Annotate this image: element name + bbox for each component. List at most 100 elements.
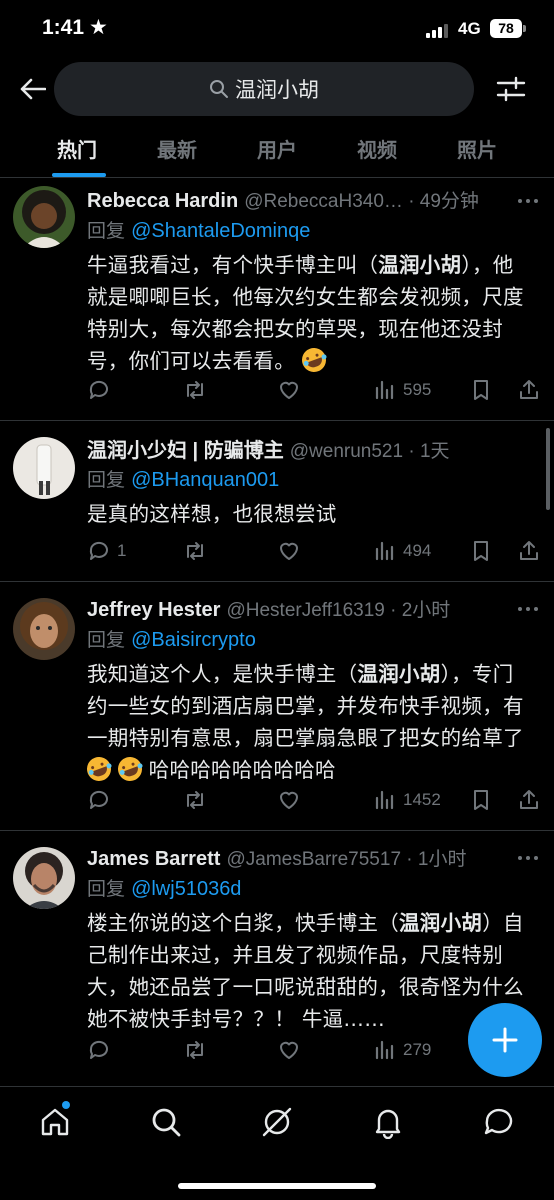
back-arrow-icon (20, 78, 46, 100)
tab-videos[interactable]: 视频 (357, 134, 397, 163)
tab-top[interactable]: 热门 (57, 134, 97, 163)
reply-prefix: 回复 (87, 220, 126, 242)
tab-photos[interactable]: 照片 (457, 134, 497, 163)
scrollbar[interactable] (546, 428, 550, 510)
author-name[interactable]: Rebecca Hardin (87, 190, 238, 212)
tweet[interactable]: Jeffrey Hester @HesterJeff16319 · 2小时 回复… (0, 582, 554, 831)
share-icon (520, 380, 538, 399)
back-button[interactable] (16, 72, 50, 106)
avatar[interactable] (13, 437, 75, 499)
mention-link[interactable]: @ShantaleDominqe (131, 220, 310, 242)
share-icon (520, 790, 538, 809)
reply-to: 回复 @BHanquan001 (87, 465, 279, 492)
heart-icon (280, 791, 298, 809)
bookmark-icon (474, 790, 488, 810)
tweet-actions: 1 494 (87, 537, 542, 565)
tweet-text: 牛逼我看过，有个快手博主叫（温润小胡），他 就是唧唧巨长，他每次约女生都会发视频… (87, 249, 542, 377)
bookmark-button[interactable] (469, 537, 493, 565)
tweet[interactable]: 温润小少妇 | 防骗博主 @wenrun521 · 1天 回复 @BHanqua… (0, 421, 554, 582)
notification-dot (62, 1101, 70, 1109)
heart-icon (280, 542, 298, 560)
author-name[interactable]: Jeffrey Hester (87, 599, 220, 621)
avatar[interactable] (13, 598, 75, 660)
views-button[interactable]: 1452 (373, 786, 441, 814)
share-button[interactable] (517, 537, 541, 565)
more-icon[interactable] (516, 198, 540, 206)
retweet-button[interactable] (183, 376, 207, 404)
mention-link[interactable]: @Baisircrypto (131, 629, 256, 651)
filter-button[interactable] (494, 72, 528, 106)
tweet-text: 我知道这个人，是快手博主（温润小胡），专门 约一些女的到酒店扇巴掌，并发布快手视… (83, 658, 542, 786)
search-input[interactable]: 温润小胡 (54, 62, 474, 116)
like-button[interactable] (277, 376, 301, 404)
status-bar: 1:41 ★ 4G 78 (0, 0, 554, 60)
message-icon (484, 1108, 513, 1135)
views-icon (375, 790, 394, 810)
author-handle-time: @wenrun521 · 1天 (289, 441, 450, 462)
tab-latest[interactable]: 最新 (157, 134, 197, 163)
views-count: 1452 (403, 790, 441, 809)
reply-prefix: 回复 (87, 469, 126, 491)
heart-icon (280, 381, 298, 399)
views-count: 595 (403, 380, 432, 399)
share-button[interactable] (517, 786, 541, 814)
views-button[interactable]: 595 (373, 376, 431, 404)
retweet-icon (187, 542, 203, 560)
avatar[interactable] (13, 847, 75, 909)
more-icon[interactable] (516, 855, 540, 863)
reply-button[interactable] (87, 786, 111, 814)
like-button[interactable] (277, 786, 301, 814)
tweet-header: Jeffrey Hester @HesterJeff16319 · 2小时 (87, 595, 450, 621)
more-icon[interactable] (516, 606, 540, 614)
bookmark-button[interactable] (469, 786, 493, 814)
retweet-icon (187, 1041, 203, 1059)
bell-icon (375, 1109, 401, 1140)
reply-button[interactable] (87, 376, 117, 404)
retweet-button[interactable] (183, 786, 207, 814)
rofl-emoji-icon (298, 344, 330, 376)
retweet-button[interactable] (183, 1036, 207, 1064)
nav-grok[interactable] (260, 1105, 294, 1139)
tweet-text: 楼主你说的这个白浆，快手博主（温润小胡）自 己制作出来过，并且发了视频作品，尺度… (87, 911, 524, 1031)
reply-button[interactable] (87, 1036, 111, 1064)
like-button[interactable] (277, 1036, 301, 1064)
plus-icon (492, 1027, 518, 1053)
status-time: 1:41 (42, 16, 85, 39)
author-name[interactable]: James Barrett (87, 848, 220, 870)
heart-icon (280, 1041, 298, 1059)
avatar[interactable] (13, 186, 75, 248)
author-handle-time: @HesterJeff16319 · 2小时 (226, 600, 451, 621)
views-button[interactable]: 494 (373, 537, 431, 565)
bottom-nav (0, 1086, 554, 1200)
grok-icon (262, 1107, 292, 1137)
compose-button[interactable] (468, 1003, 542, 1077)
tweet-actions: 1452 (87, 786, 542, 814)
reply-icon (89, 1040, 108, 1059)
tweet-header: 温润小少妇 | 防骗博主 @wenrun521 · 1天 (87, 434, 450, 462)
tweet-text: 是真的这样想，也很想尝试 (87, 502, 337, 526)
nav-search[interactable] (149, 1105, 183, 1139)
nav-messages[interactable] (482, 1105, 516, 1139)
author-name[interactable]: 温润小少妇 | 防骗博主 (87, 440, 284, 462)
share-button[interactable] (517, 376, 541, 404)
nav-notifications[interactable] (371, 1105, 405, 1140)
nav-home[interactable] (38, 1105, 72, 1139)
tab-people[interactable]: 用户 (257, 134, 297, 163)
like-button[interactable] (277, 537, 301, 565)
author-handle-time: @JamesBarre75517 · 1小时 (226, 849, 467, 870)
mention-link[interactable]: @BHanquan001 (131, 469, 279, 491)
retweet-button[interactable] (183, 537, 207, 565)
views-icon (375, 541, 394, 561)
author-handle-time: @RebeccaH340… · 49分钟 (244, 191, 479, 212)
tweet[interactable]: Rebecca Hardin @RebeccaH340… · 49分钟 回复 @… (0, 178, 554, 421)
mention-link[interactable]: @lwj51036d (131, 878, 241, 900)
retweet-icon (187, 381, 203, 399)
signal-icon (426, 22, 452, 38)
tweet-header: James Barrett @JamesBarre75517 · 1小时 (87, 844, 466, 870)
views-button[interactable]: 279 (373, 1036, 431, 1064)
bookmark-icon (474, 380, 488, 400)
reply-button[interactable]: 1 (87, 537, 126, 565)
bookmark-icon (474, 541, 488, 561)
bookmark-button[interactable] (469, 376, 493, 404)
reply-icon (89, 790, 108, 809)
